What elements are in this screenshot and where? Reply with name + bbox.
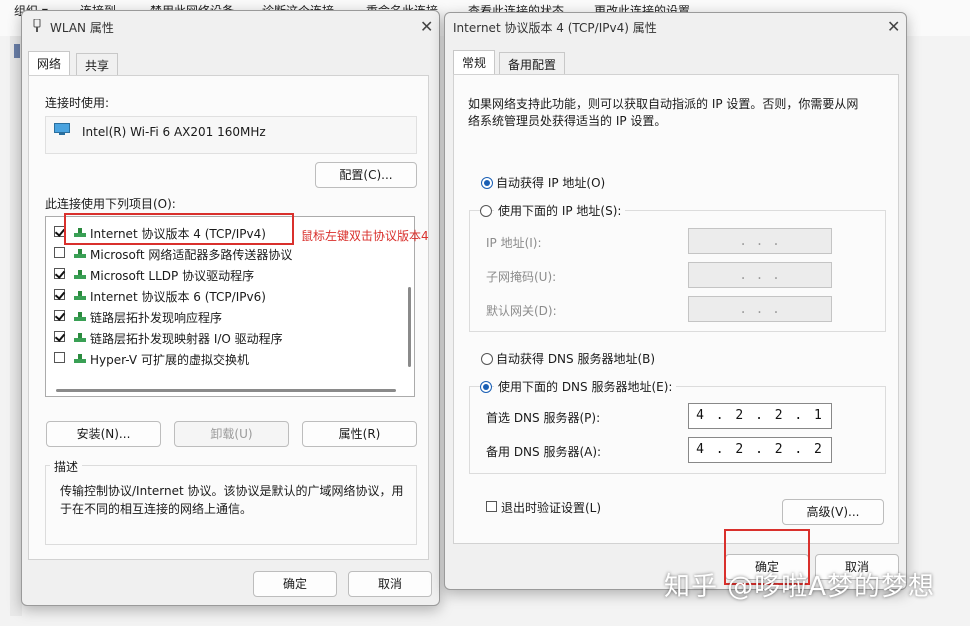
manual-dns-label: 使用下面的 DNS 服务器地址(E):: [494, 378, 677, 395]
subnet-mask-field[interactable]: . . .: [688, 262, 832, 288]
auto-dns-radio[interactable]: [481, 353, 493, 365]
alternate-dns-label: 备用 DNS 服务器(A):: [486, 445, 602, 459]
close-icon[interactable]: ✕: [887, 19, 900, 35]
vertical-scrollbar[interactable]: [408, 287, 411, 367]
manual-dns-group: 使用下面的 DNS 服务器地址(E): 首选 DNS 服务器(P): 4 . 2…: [469, 378, 886, 474]
list-item[interactable]: Internet 协议版本 6 (TCP/IPv6): [52, 286, 392, 306]
network-card-icon: [54, 123, 70, 136]
checkbox[interactable]: [54, 289, 65, 300]
tab-alternate-config[interactable]: 备用配置: [499, 52, 566, 74]
checkbox[interactable]: [54, 331, 65, 342]
preferred-dns-label: 首选 DNS 服务器(P):: [486, 411, 601, 425]
highlight-box: [64, 213, 294, 245]
connect-using-label: 连接时使用:: [45, 96, 110, 110]
auto-dns-label: 自动获得 DNS 服务器地址(B): [496, 352, 656, 366]
list-item[interactable]: 链路层拓扑发现映射器 I/O 驱动程序: [52, 328, 392, 348]
list-item[interactable]: Microsoft 网络适配器多路传送器协议: [52, 244, 392, 264]
manual-ip-label: 使用下面的 IP 地址(S):: [494, 202, 626, 219]
ok-button[interactable]: 确定: [253, 571, 337, 597]
subnet-mask-label: 子网掩码(U):: [486, 270, 557, 284]
list-item-label: Microsoft LLDP 协议驱动程序: [90, 269, 255, 283]
window-title: WLAN 属性: [50, 21, 114, 35]
description-text-line1: 传输控制协议/Internet 协议。该协议是默认的广域网络协议，用: [60, 484, 404, 498]
general-tab-panel: 如果网络支持此功能，则可以获取自动指派的 IP 设置。否则，你需要从网 络系统管…: [453, 74, 899, 544]
auto-ip-label: 自动获得 IP 地址(O): [496, 176, 606, 190]
items-label: 此连接使用下列项目(O):: [45, 197, 176, 211]
manual-ip-group: 使用下面的 IP 地址(S): IP 地址(I): . . . 子网掩码(U):…: [469, 202, 886, 332]
properties-button[interactable]: 属性(R): [302, 421, 417, 447]
protocol-icon: [74, 333, 86, 343]
tab-strip: 网络 共享: [28, 51, 428, 76]
checkbox[interactable]: [54, 247, 65, 258]
description-text-line2: 于在不同的相互连接的网络上通信。: [60, 502, 253, 516]
intro-text-line2: 络系统管理员处获得适当的 IP 设置。: [468, 114, 667, 128]
tab-sharing[interactable]: 共享: [76, 53, 119, 75]
uninstall-button[interactable]: 卸载(U): [174, 421, 289, 447]
manual-dns-radio[interactable]: [480, 381, 492, 393]
gateway-field[interactable]: . . .: [688, 296, 832, 322]
ipv4-properties-window: Internet 协议版本 4 (TCP/IPv4) 属性 ✕ 常规 备用配置 …: [444, 12, 907, 590]
horizontal-scrollbar[interactable]: [56, 389, 396, 392]
install-button[interactable]: 安装(N)...: [46, 421, 161, 447]
annotation-text: 鼠标左键双击协议版本4: [301, 229, 429, 243]
tab-general[interactable]: 常规: [453, 50, 496, 74]
list-item[interactable]: 链路层拓扑发现响应程序: [52, 307, 392, 327]
protocol-icon: [74, 270, 86, 280]
cancel-button[interactable]: 取消: [348, 571, 432, 597]
preferred-dns-field[interactable]: 4 . 2 . 2 . 1: [688, 403, 832, 429]
network-tab-panel: 连接时使用: Intel(R) Wi-Fi 6 AX201 160MHz 配置(…: [28, 75, 429, 560]
folder-icon: [14, 44, 20, 58]
description-group: 描述 传输控制协议/Internet 协议。该协议是默认的广域网络协议，用 于在…: [45, 458, 417, 545]
protocol-icon: [74, 354, 86, 364]
tab-strip: 常规 备用配置: [453, 50, 893, 75]
list-item-label: 链路层拓扑发现映射器 I/O 驱动程序: [90, 332, 283, 346]
gateway-label: 默认网关(D):: [486, 304, 557, 318]
adapter-name: Intel(R) Wi-Fi 6 AX201 160MHz: [82, 125, 266, 139]
list-item-label: Internet 协议版本 6 (TCP/IPv6): [90, 290, 266, 304]
list-item-label: Microsoft 网络适配器多路传送器协议: [90, 248, 293, 262]
tab-network[interactable]: 网络: [28, 51, 71, 75]
checkbox[interactable]: [54, 352, 65, 363]
checkbox[interactable]: [54, 268, 65, 279]
ip-address-field[interactable]: . . .: [688, 228, 832, 254]
ip-address-label: IP 地址(I):: [486, 236, 542, 250]
window-title: Internet 协议版本 4 (TCP/IPv4) 属性: [453, 21, 657, 35]
watermark-text: 知乎 @哆啦A梦的梦想: [664, 572, 936, 602]
alternate-dns-field[interactable]: 4 . 2 . 2 . 2: [688, 437, 832, 463]
manual-ip-radio[interactable]: [480, 205, 492, 217]
description-title: 描述: [50, 458, 83, 475]
auto-ip-radio[interactable]: [481, 177, 493, 189]
list-item-label: 链路层拓扑发现响应程序: [90, 311, 223, 325]
checkbox[interactable]: [54, 310, 65, 321]
network-adapter-icon: [32, 18, 42, 33]
adapter-field: Intel(R) Wi-Fi 6 AX201 160MHz: [45, 116, 417, 154]
wlan-properties-window: WLAN 属性 ✕ 网络 共享 连接时使用: Intel(R) Wi-Fi 6 …: [21, 10, 440, 606]
advanced-button[interactable]: 高级(V)...: [782, 499, 884, 525]
validate-checkbox[interactable]: [486, 501, 497, 512]
close-icon[interactable]: ✕: [420, 19, 433, 35]
intro-text-line1: 如果网络支持此功能，则可以获取自动指派的 IP 设置。否则，你需要从网: [468, 97, 859, 111]
list-item[interactable]: Hyper-V 可扩展的虚拟交换机: [52, 349, 392, 369]
protocol-icon: [74, 312, 86, 322]
validate-label: 退出时验证设置(L): [501, 501, 602, 515]
configure-button[interactable]: 配置(C)...: [315, 162, 417, 188]
list-item-label: Hyper-V 可扩展的虚拟交换机: [90, 353, 249, 367]
protocol-icon: [74, 249, 86, 259]
protocol-icon: [74, 291, 86, 301]
list-item[interactable]: Microsoft LLDP 协议驱动程序: [52, 265, 392, 285]
